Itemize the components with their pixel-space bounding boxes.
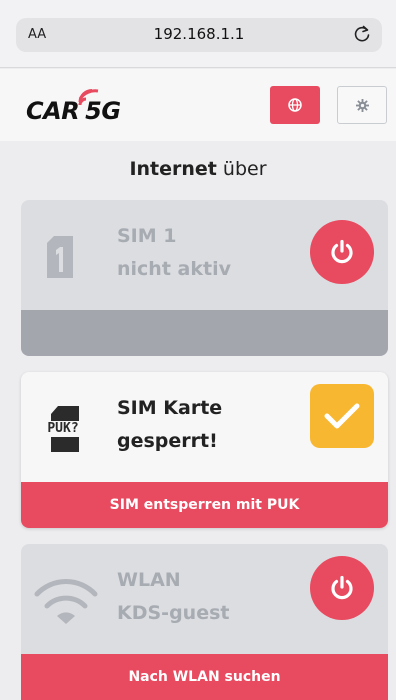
sim1-card: SIM 1 nicht aktiv (21, 200, 388, 356)
logo-text: CAR 5G (26, 97, 121, 125)
app-header: CAR 5G (0, 69, 396, 141)
globe-icon (288, 98, 302, 112)
section-title: Internet über (129, 158, 267, 180)
power-icon (331, 239, 353, 264)
search-wlan-button[interactable]: Nach WLAN suchen (21, 654, 388, 700)
puk-label: PUK? (39, 421, 87, 437)
address-bar[interactable]: AA 192.168.1.1 (16, 18, 382, 52)
wlan-card: WLAN KDS-guest Nach WLAN suchen (21, 544, 388, 700)
language-button[interactable] (270, 86, 320, 124)
car5g-logo: CAR 5G (26, 87, 166, 127)
sim-locked-card: PUK? SIM Karte gesperrt! SIM entsperren … (21, 372, 388, 528)
unlock-puk-button[interactable]: SIM entsperren mit PUK (21, 482, 388, 528)
sim1-footer (21, 310, 388, 356)
gear-icon (355, 98, 369, 112)
check-icon (324, 403, 360, 429)
power-icon (331, 575, 353, 600)
signal-waves-icon (78, 88, 99, 106)
sim-status-check (310, 384, 374, 448)
sim1-card-body: SIM 1 nicht aktiv (21, 200, 388, 310)
reload-icon[interactable] (352, 24, 372, 44)
puk-sim-icon: PUK? (39, 400, 87, 456)
wlan-label: WLAN KDS-guest (117, 569, 230, 624)
sim-locked-label: SIM Karte gesperrt! (117, 397, 223, 452)
wifi-icon (34, 579, 98, 624)
sim-icon (47, 236, 73, 278)
url-text[interactable]: 192.168.1.1 (16, 25, 382, 43)
settings-button[interactable] (337, 86, 387, 124)
browser-bar: AA 192.168.1.1 (0, 0, 396, 68)
sim1-label: SIM 1 nicht aktiv (117, 225, 231, 280)
wlan-power-button[interactable] (310, 556, 374, 620)
sim1-power-button[interactable] (310, 220, 374, 284)
